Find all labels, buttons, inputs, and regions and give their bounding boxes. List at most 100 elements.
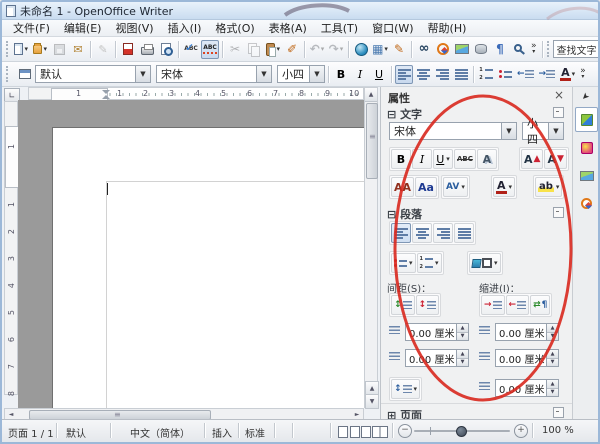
font-color-caret-icon[interactable]: ▾: [572, 70, 576, 78]
combo-dropdown-icon[interactable]: ▼: [256, 66, 271, 82]
sidebar-font-size-combo[interactable]: 小四 ▼: [522, 117, 564, 146]
hyperlink-button[interactable]: [352, 40, 370, 59]
highlight-caret-icon[interactable]: ▾: [556, 183, 560, 191]
switch-indent-button[interactable]: ⇄ ¶: [530, 295, 551, 315]
cut-button[interactable]: ✂: [226, 40, 244, 59]
decrease-indent-button[interactable]: ←: [515, 65, 536, 84]
paragraph-section-header[interactable]: ⊟ 段落: [387, 206, 422, 222]
scroll-right-button[interactable]: ►: [351, 410, 363, 418]
status-page-style[interactable]: 默认: [66, 425, 86, 440]
new-dropdown-caret-icon[interactable]: ▾: [24, 45, 28, 53]
align-left-button[interactable]: [395, 64, 413, 84]
line-spacing-caret-icon[interactable]: ▾: [414, 385, 418, 393]
new-document-button[interactable]: ▾: [12, 40, 30, 59]
decrease-spacing-button[interactable]: ↕: [415, 295, 440, 315]
tab-navigator[interactable]: [575, 191, 598, 216]
status-insert-mode[interactable]: 插入: [212, 425, 232, 440]
zoom-slider-thumb[interactable]: [456, 426, 467, 437]
font-color-button[interactable]: A ▾: [493, 177, 516, 197]
menu-help[interactable]: 帮助(H): [421, 19, 474, 37]
navigator-button[interactable]: [434, 40, 452, 59]
view-single-page-button[interactable]: [338, 426, 348, 441]
spellcheck-button[interactable]: ABC: [182, 40, 200, 59]
zoom-out-button[interactable]: −: [398, 424, 412, 438]
bullet-list-button[interactable]: [496, 65, 514, 84]
font-name-combo[interactable]: 宋体 ▼: [156, 65, 272, 83]
export-pdf-button[interactable]: [119, 40, 137, 59]
menu-tools[interactable]: 工具(T): [314, 19, 365, 37]
combo-dropdown-icon[interactable]: ▼: [135, 66, 150, 82]
toolbar-grip[interactable]: [6, 41, 8, 57]
email-button[interactable]: ✉: [69, 40, 87, 59]
combo-dropdown-icon[interactable]: ▼: [501, 123, 516, 139]
open-dropdown-caret-icon[interactable]: ▾: [43, 45, 47, 53]
background-caret-icon[interactable]: ▾: [494, 259, 498, 267]
align-justify-button[interactable]: [454, 223, 474, 243]
scroll-up-button[interactable]: ▲: [365, 88, 377, 102]
titlebar[interactable]: 未命名 1 - OpenOffice Writer: [2, 2, 598, 20]
format-paintbrush-button[interactable]: ✐: [283, 40, 301, 59]
first-line-indent-field[interactable]: 0.00 厘米 ▲ ▼: [495, 379, 559, 397]
increase-spacing-button[interactable]: ↕: [391, 295, 415, 315]
align-right-button[interactable]: [433, 223, 453, 243]
vertical-scrollbar[interactable]: ▲ ▲ ▼: [364, 87, 379, 409]
bullet-list-button[interactable]: ▾: [391, 253, 416, 273]
field-value[interactable]: 0.00 厘米: [499, 351, 544, 366]
spinner-buttons[interactable]: ▲ ▼: [546, 350, 558, 366]
text-section-options-button[interactable]: [553, 107, 564, 118]
zoom-button[interactable]: [510, 40, 528, 59]
sidebar-close-button[interactable]: ×: [554, 88, 564, 102]
vertical-ruler[interactable]: 1 1 2 3 4 5 6 7 8: [4, 101, 19, 396]
highlight-color-button[interactable]: ab ▾: [535, 177, 563, 197]
sidebar-menu-icon[interactable]: ➤: [579, 90, 591, 102]
indent-marker-icon[interactable]: [102, 90, 110, 99]
line-spacing-button[interactable]: ↕ ▾: [391, 379, 421, 399]
align-left-button[interactable]: [391, 223, 411, 243]
menu-format[interactable]: 格式(O): [208, 19, 261, 37]
combo-dropdown-icon[interactable]: ▼: [309, 66, 324, 82]
increase-indent-button[interactable]: →: [481, 295, 505, 315]
underline-caret-icon[interactable]: ▾: [446, 155, 450, 163]
bold-button[interactable]: B: [332, 65, 350, 84]
styles-window-button[interactable]: [16, 65, 34, 84]
lowercase-button[interactable]: Aa: [415, 177, 437, 197]
menu-table[interactable]: 表格(A): [262, 19, 314, 37]
field-value[interactable]: 0.00 厘米: [409, 325, 454, 340]
font-color-button[interactable]: A ▾: [558, 65, 577, 84]
menu-insert[interactable]: 插入(I): [161, 19, 209, 37]
paragraph-background-button[interactable]: ▾: [469, 253, 501, 273]
bold-button[interactable]: B: [391, 149, 411, 169]
find-text-input[interactable]: [552, 40, 598, 58]
text-section-header[interactable]: ⊟ 文字: [387, 106, 422, 122]
formatting-overflow-button[interactable]: » ▾: [578, 66, 588, 80]
toolbar-overflow-button[interactable]: » ▾: [529, 41, 539, 55]
zoom-in-button[interactable]: +: [514, 424, 528, 438]
paste-dropdown-caret-icon[interactable]: ▾: [276, 45, 280, 53]
align-right-button[interactable]: [433, 65, 451, 84]
open-button[interactable]: ▾: [31, 40, 49, 59]
font-color-caret-icon[interactable]: ▾: [509, 183, 513, 191]
status-selection-mode[interactable]: 标准: [245, 425, 265, 440]
find-toolbar-grip[interactable]: [546, 41, 549, 57]
grow-font-button[interactable]: A ▲: [521, 149, 544, 169]
redo-button[interactable]: ↷ ▾: [327, 40, 345, 59]
vertical-scroll-thumb[interactable]: [366, 103, 378, 179]
before-text-indent-field[interactable]: 0.00 厘米 ▲ ▼: [495, 323, 559, 341]
table-dropdown-caret-icon[interactable]: ▾: [384, 45, 388, 53]
menu-view[interactable]: 视图(V): [108, 19, 160, 37]
scroll-left-button[interactable]: ◄: [5, 410, 17, 418]
toolbar-grip[interactable]: [6, 66, 12, 82]
underline-button[interactable]: U: [370, 65, 388, 84]
menu-edit[interactable]: 编辑(E): [57, 19, 109, 37]
below-paragraph-spacing-field[interactable]: 0.00 厘米 ▲ ▼: [405, 349, 469, 367]
tab-properties[interactable]: [575, 107, 598, 132]
align-justify-button[interactable]: [452, 65, 470, 84]
align-center-button[interactable]: [414, 65, 432, 84]
view-book-mode-button[interactable]: [372, 426, 388, 441]
after-text-indent-field[interactable]: 0.00 厘米 ▲ ▼: [495, 349, 559, 367]
spinner-buttons[interactable]: ▲ ▼: [546, 324, 558, 340]
undo-dropdown-caret-icon[interactable]: ▾: [321, 45, 325, 53]
sidebar-font-name-combo[interactable]: 宋体 ▼: [389, 122, 517, 140]
bullet-caret-icon[interactable]: ▾: [409, 259, 413, 267]
above-paragraph-spacing-field[interactable]: 0.00 厘米 ▲ ▼: [405, 323, 469, 341]
